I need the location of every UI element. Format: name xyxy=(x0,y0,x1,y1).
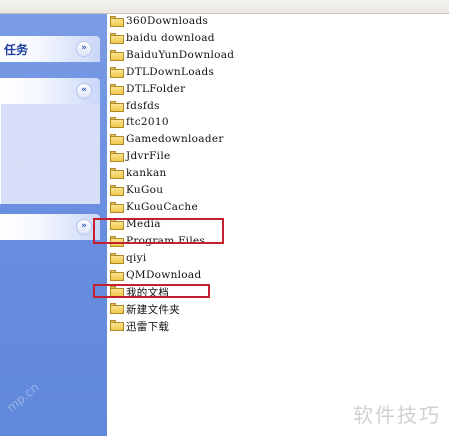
folder-icon xyxy=(110,117,124,129)
folder-name: baidu download xyxy=(126,31,215,44)
folder-name: BaiduYunDownload xyxy=(126,48,235,61)
folder-name: fdsfds xyxy=(126,99,160,112)
folder-icon xyxy=(110,16,124,27)
expand-chevron-icon[interactable]: » xyxy=(76,219,92,235)
side-watermark: mp.cn xyxy=(4,380,42,415)
folder-name: ftc2010 xyxy=(126,116,169,129)
folder-name: kankan xyxy=(126,167,167,180)
folder-icon xyxy=(110,49,124,61)
folder-icon xyxy=(110,32,124,44)
folder-icon xyxy=(110,252,124,264)
folder-name: 新建文件夹 xyxy=(126,304,180,317)
task-panel-header[interactable]: 任务 » xyxy=(0,36,100,62)
folder-icon xyxy=(110,168,124,180)
folder-icon xyxy=(110,201,124,213)
folder-icon xyxy=(110,185,124,196)
folder-name: qiyi xyxy=(126,251,147,264)
folder-icon xyxy=(110,151,124,163)
task-panel-title: 任务 xyxy=(4,43,29,57)
other-places-panel-header[interactable]: » xyxy=(0,214,100,240)
folder-icon xyxy=(110,100,124,112)
folder-icon xyxy=(110,320,124,332)
folder-name: Gamedownloader xyxy=(126,133,224,146)
folder-icon xyxy=(110,134,124,146)
folder-icon xyxy=(110,303,124,315)
folder-name: KuGou xyxy=(126,184,164,196)
folder-icon xyxy=(110,66,124,78)
window-top-bar xyxy=(0,0,449,14)
folder-name: 迅雷下载 xyxy=(126,321,170,334)
folder-icon xyxy=(110,83,124,95)
folder-name: QMDownload xyxy=(126,268,202,281)
highlight-box-media xyxy=(93,218,224,244)
watermark: 软件技巧 xyxy=(353,403,441,427)
highlight-box-qmdownload xyxy=(93,284,210,298)
folder-icon xyxy=(110,269,124,281)
folder-name: KuGouCache xyxy=(126,200,198,213)
folder-name: DTLFolder xyxy=(126,82,186,95)
folder-name: DTLDownLoads xyxy=(126,65,215,78)
collapse-chevron-icon[interactable]: « xyxy=(76,83,92,99)
expand-chevron-icon[interactable]: » xyxy=(76,41,92,57)
details-panel-header[interactable]: « xyxy=(0,78,100,104)
folder-name: 360Downloads xyxy=(126,15,209,27)
folder-name: JdvrFile xyxy=(126,150,171,163)
file-list-pane: 360Downloads baidu download BaiduYunDownlo… xyxy=(93,14,449,436)
task-pane: 任务 » « » ... mp.cn xyxy=(0,14,107,436)
